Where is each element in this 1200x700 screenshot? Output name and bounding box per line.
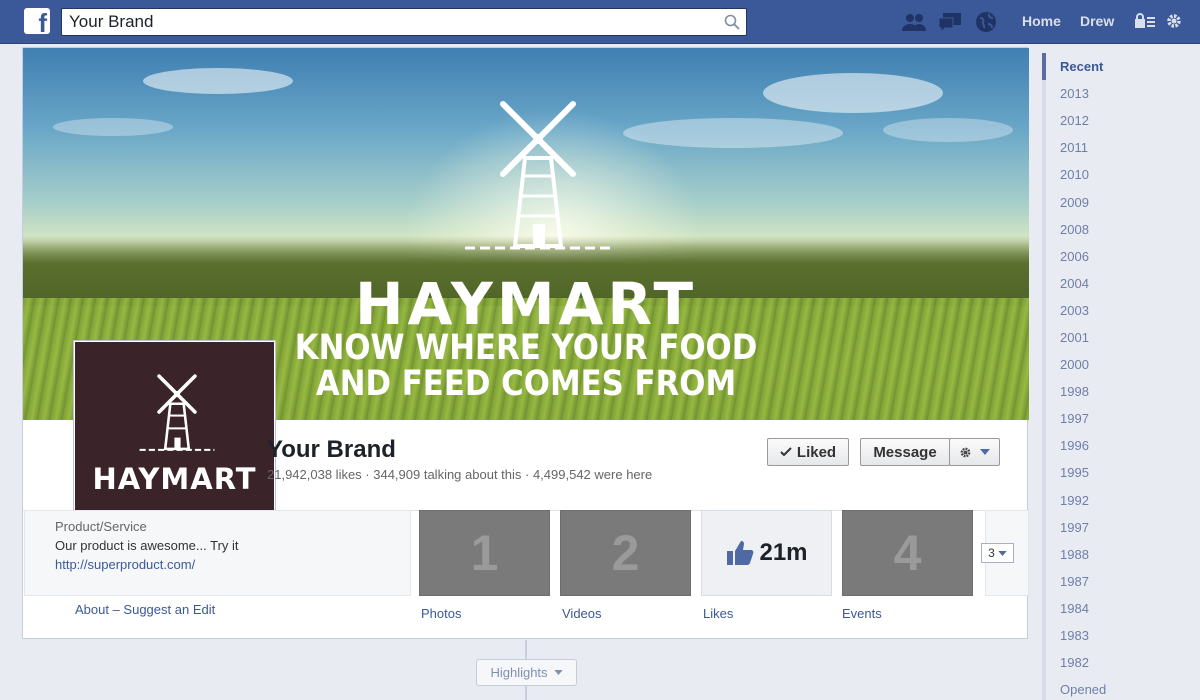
notification-jewels xyxy=(900,9,1000,35)
cover-cloud xyxy=(143,68,293,94)
app-label-videos[interactable]: Videos xyxy=(562,606,602,621)
timeline-year-item[interactable]: 1997 xyxy=(1042,513,1192,541)
gear-icon xyxy=(960,447,971,457)
message-button[interactable]: Message xyxy=(860,438,950,466)
liked-button[interactable]: Liked xyxy=(767,438,849,466)
timeline-year-item[interactable]: 1997 xyxy=(1042,405,1192,433)
caret-down-icon xyxy=(998,550,1007,556)
more-apps-dropdown[interactable]: 3 xyxy=(981,543,1014,563)
windmill-logo-icon xyxy=(139,374,215,451)
page-stats: 21,942,038 likes · 344,909 talking about… xyxy=(267,467,653,482)
search-icon[interactable] xyxy=(724,14,740,30)
cover-cloud xyxy=(623,118,843,148)
highlights-dropdown[interactable]: Highlights xyxy=(476,659,577,686)
timeline-year-item[interactable]: Opened xyxy=(1042,676,1192,700)
timeline-year-item[interactable]: 1998 xyxy=(1042,378,1192,406)
search-box xyxy=(61,8,747,36)
caret-down-icon xyxy=(553,670,563,675)
timeline-year-item[interactable]: 2011 xyxy=(1042,134,1192,162)
about-category: Product/Service xyxy=(55,519,147,534)
cover-cloud xyxy=(53,118,173,136)
timeline-year-item[interactable]: 1984 xyxy=(1042,594,1192,622)
timeline-year-item[interactable]: 1987 xyxy=(1042,567,1192,595)
checkmark-icon xyxy=(780,447,792,457)
highlights-label: Highlights xyxy=(490,665,548,680)
facebook-logo-icon[interactable]: f xyxy=(24,8,50,36)
timeline-year-item[interactable]: 2003 xyxy=(1042,296,1192,324)
page-title[interactable]: Your Brand xyxy=(267,436,396,464)
profile-brand-name: HAYMART xyxy=(92,462,257,496)
timeline-year-item[interactable]: 2012 xyxy=(1042,107,1192,135)
page-settings-dropdown[interactable] xyxy=(949,438,1000,466)
friends-icon[interactable] xyxy=(900,9,928,35)
timeline-year-item[interactable]: 2009 xyxy=(1042,188,1192,216)
about-url-link[interactable]: http://superproduct.com/ xyxy=(55,557,195,572)
likes-count: 21m xyxy=(759,539,808,566)
timeline-year-item[interactable]: 2013 xyxy=(1042,80,1192,108)
timeline-year-item[interactable]: 1996 xyxy=(1042,432,1192,460)
timeline-year-item[interactable]: 2000 xyxy=(1042,351,1192,379)
top-navigation-bar: f Home Drew xyxy=(0,0,1200,44)
timeline-year-item[interactable]: 2001 xyxy=(1042,323,1192,352)
app-tile-photos[interactable]: 1 xyxy=(419,510,550,596)
timeline-year-item[interactable]: 2004 xyxy=(1042,269,1192,297)
app-label-photos[interactable]: Photos xyxy=(421,606,461,621)
search-input[interactable] xyxy=(69,11,709,33)
timeline-year-nav: Recent 2013 2012 2011 2010 2009 2008 2006 2004 20… xyxy=(1042,53,1192,700)
notifications-globe-icon[interactable] xyxy=(972,9,1000,35)
app-tile-likes[interactable]: 21m xyxy=(701,510,832,596)
timeline-year-item[interactable]: 1988 xyxy=(1042,540,1192,568)
timeline-year-item[interactable]: 2006 xyxy=(1042,242,1192,270)
nav-home-link[interactable]: Home xyxy=(1022,13,1061,29)
app-label-likes[interactable]: Likes xyxy=(703,606,733,621)
app-tile-events[interactable]: 4 xyxy=(842,510,973,596)
timeline-year-item[interactable]: 1992 xyxy=(1042,486,1192,514)
messages-icon[interactable] xyxy=(936,9,964,35)
app-tile-videos[interactable]: 2 xyxy=(560,510,691,596)
cover-cloud xyxy=(763,73,943,113)
privacy-icon[interactable] xyxy=(1134,13,1156,34)
timeline-year-item[interactable]: 1982 xyxy=(1042,649,1192,677)
about-description: Our product is awesome... Try it xyxy=(55,538,239,553)
about-box: Product/Service Our product is awesome..… xyxy=(24,510,411,596)
caret-down-icon xyxy=(980,449,990,455)
about-suggest-edit-link[interactable]: About – Suggest an Edit xyxy=(75,602,215,617)
timeline-year-item[interactable]: 2010 xyxy=(1042,161,1192,189)
windmill-logo-icon xyxy=(465,101,611,250)
timeline-year-item[interactable]: 1983 xyxy=(1042,621,1192,650)
thumbs-up-icon xyxy=(727,541,754,565)
message-button-label: Message xyxy=(873,443,937,461)
gear-icon[interactable] xyxy=(1165,12,1183,35)
cover-cloud xyxy=(883,118,1013,142)
timeline-year-item[interactable]: 2008 xyxy=(1042,215,1192,243)
timeline-year-item[interactable]: 1995 xyxy=(1042,459,1192,487)
timeline-year-item[interactable]: Recent xyxy=(1042,53,1192,81)
page-timeline-card: HAYMART KNOW WHERE YOUR FOOD AND FEED CO… xyxy=(22,47,1029,639)
more-apps-count: 3 xyxy=(988,546,995,560)
app-label-events[interactable]: Events xyxy=(842,606,882,621)
nav-profile-link[interactable]: Drew xyxy=(1080,13,1114,29)
liked-button-label: Liked xyxy=(796,443,837,461)
